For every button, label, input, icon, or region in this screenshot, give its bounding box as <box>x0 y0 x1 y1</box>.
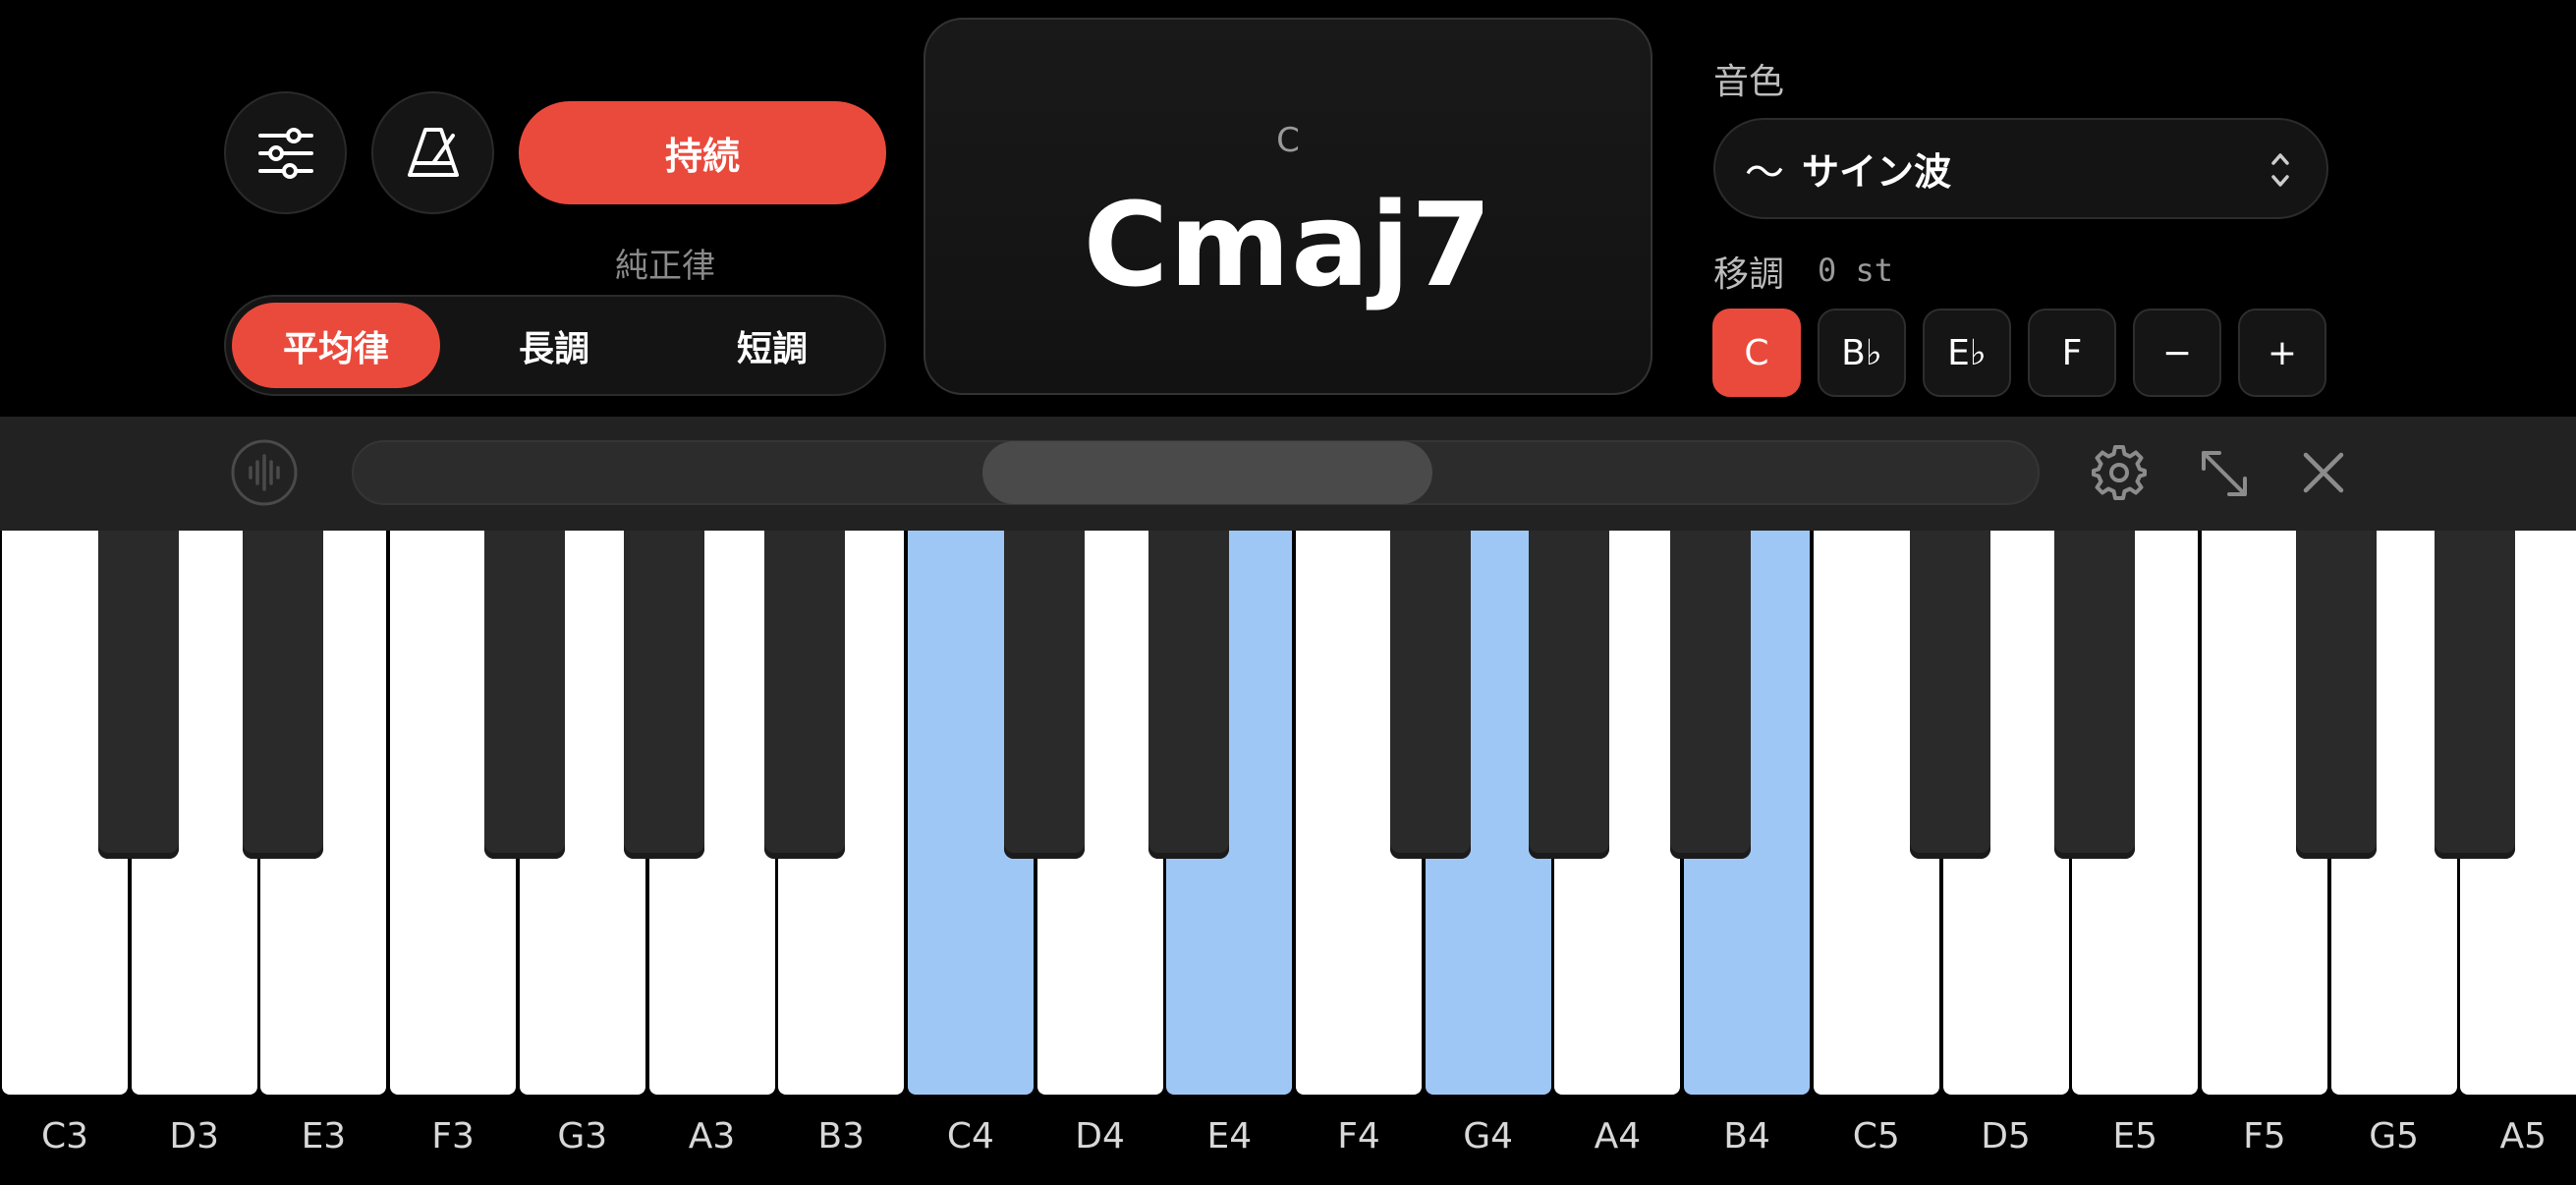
key-label-a3: A3 <box>688 1116 736 1157</box>
key-label-g5: G5 <box>2369 1116 2419 1157</box>
sine-wave-icon: 〜 <box>1745 149 1784 196</box>
key-label-e4: E4 <box>1206 1116 1253 1157</box>
piano-key-g#5[interactable] <box>2435 531 2516 859</box>
piano-key-c#3[interactable] <box>97 531 179 859</box>
transpose-key-bb[interactable]: B♭ <box>1818 309 1906 397</box>
key-label-g3: G3 <box>557 1116 608 1157</box>
key-label-f4: F4 <box>1337 1116 1380 1157</box>
key-label-a5: A5 <box>2499 1116 2548 1157</box>
key-label-e3: E3 <box>301 1116 347 1157</box>
close-icon[interactable] <box>2299 448 2348 497</box>
chord-root: C <box>1276 121 1300 160</box>
temperament-equal[interactable]: 平均律 <box>232 303 440 388</box>
key-label-c5: C5 <box>1852 1116 1900 1157</box>
key-label-b3: B3 <box>817 1116 865 1157</box>
chevron-up-down-icon <box>2271 153 2289 187</box>
piano-key-c#4[interactable] <box>1003 531 1085 859</box>
gear-icon[interactable] <box>2089 442 2150 503</box>
mixer-button[interactable] <box>224 91 347 214</box>
chord-display: C Cmaj7 <box>924 18 1652 395</box>
tuning-caption: 純正律 <box>615 247 715 286</box>
temperament-minor[interactable]: 短調 <box>668 303 876 388</box>
key-label-f5: F5 <box>2243 1116 2286 1157</box>
key-label-a4: A4 <box>1594 1116 1642 1157</box>
key-label-g4: G4 <box>1463 1116 1514 1157</box>
piano-key-g#4[interactable] <box>1529 531 1610 859</box>
key-label-c4: C4 <box>946 1116 994 1157</box>
expand-icon[interactable] <box>2197 446 2252 501</box>
transpose-label: 移調 <box>1713 254 1785 295</box>
metronome-icon <box>407 127 459 177</box>
piano-key-f#4[interactable] <box>1389 531 1471 859</box>
piano-key-g#3[interactable] <box>623 531 704 859</box>
sliders-icon <box>257 127 313 179</box>
transpose-up-button[interactable]: + <box>2238 309 2326 397</box>
temperament-segmented-control: 平均律 長調 短調 <box>224 295 886 396</box>
key-label-d4: D4 <box>1075 1116 1125 1157</box>
piano-key-f#5[interactable] <box>2295 531 2377 859</box>
metronome-button[interactable] <box>371 91 494 214</box>
transpose-key-c[interactable]: C <box>1712 309 1801 397</box>
piano-key-a#4[interactable] <box>1670 531 1752 859</box>
keyboard-scroll-thumb[interactable] <box>982 441 1432 504</box>
transpose-key-f[interactable]: F <box>2028 309 2116 397</box>
piano-key-f#3[interactable] <box>483 531 565 859</box>
key-label-e5: E5 <box>2112 1116 2158 1157</box>
piano-key-d#5[interactable] <box>2054 531 2136 859</box>
key-label-c3: C3 <box>40 1116 89 1157</box>
piano-keyboard <box>0 531 2576 1097</box>
transpose-value: 0 st <box>1818 252 1894 289</box>
tone-label: 音色 <box>1713 62 1785 102</box>
key-label-f3: F3 <box>431 1116 475 1157</box>
chord-name: Cmaj7 <box>1083 177 1493 312</box>
temperament-major[interactable]: 長調 <box>452 303 656 388</box>
key-label-d3: D3 <box>169 1116 219 1157</box>
tone-select[interactable]: 〜 サイン波 <box>1713 118 2328 219</box>
waveform-icon[interactable] <box>230 438 299 507</box>
piano-key-d#3[interactable] <box>243 531 324 859</box>
transpose-key-eb[interactable]: E♭ <box>1923 309 2011 397</box>
key-label-d5: D5 <box>1981 1116 2031 1157</box>
key-label-b4: B4 <box>1723 1116 1770 1157</box>
piano-key-c#5[interactable] <box>1909 531 1990 859</box>
piano-key-a#3[interactable] <box>764 531 846 859</box>
sustain-button[interactable]: 持続 <box>519 101 886 204</box>
piano-key-d#4[interactable] <box>1148 531 1230 859</box>
tone-value: サイン波 <box>1802 150 1952 194</box>
transpose-down-button[interactable]: − <box>2133 309 2221 397</box>
